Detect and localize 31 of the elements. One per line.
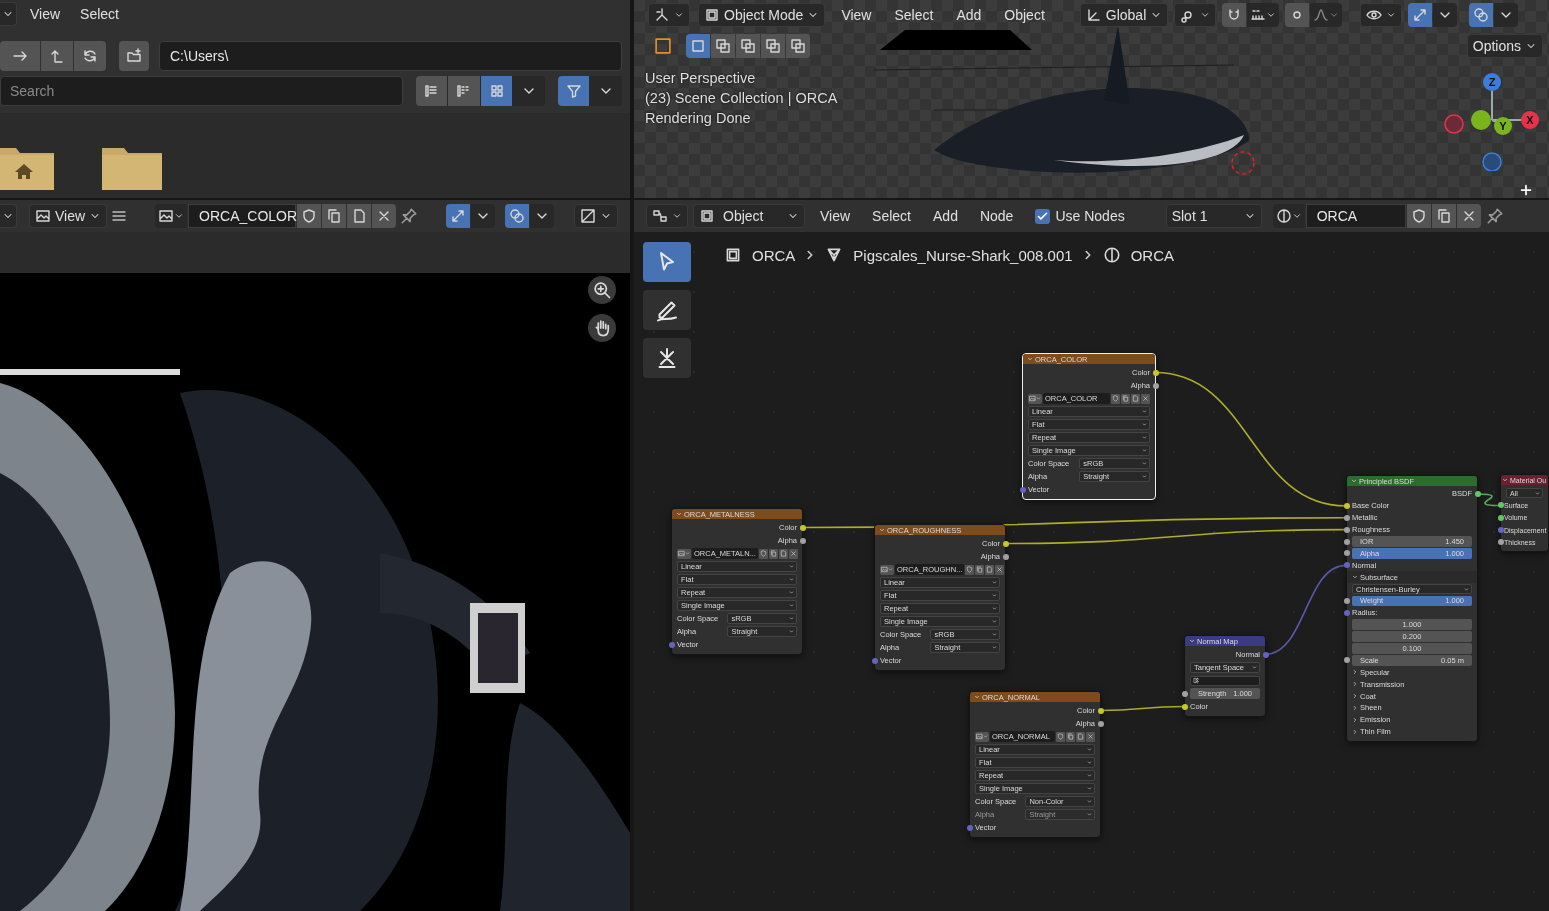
viewport-info-text: User Perspective: [645, 70, 756, 86]
menu-item[interactable]: Select: [887, 7, 941, 23]
transform-orientation-dropdown[interactable]: Global: [1079, 3, 1169, 27]
menu-item[interactable]: View: [23, 6, 68, 22]
breadcrumb[interactable]: ORCA: [752, 246, 796, 264]
menu-item[interactable]: View: [813, 208, 858, 224]
breadcrumb[interactable]: ORCA: [1130, 246, 1174, 264]
menu-item[interactable]: Add: [949, 7, 989, 23]
image-name-field[interactable]: ORCA_COLOR: [188, 204, 297, 228]
viewport-info-text: Rendering Done: [645, 110, 751, 126]
menu-item[interactable]: Object: [997, 7, 1052, 23]
menu-item[interactable]: Add: [926, 208, 965, 224]
search-field[interactable]: Search: [0, 76, 403, 106]
viewport-info-text: (23) Scene Collection | ORCA: [645, 90, 838, 106]
gizmo-axis-handle[interactable]: Y: [1494, 117, 1512, 135]
object-mode-dropdown[interactable]: Object Mode: [698, 3, 826, 27]
shader-type-dropdown[interactable]: Object: [693, 204, 805, 228]
menu-item[interactable]: Node: [972, 208, 1021, 224]
path-field[interactable]: C:\Users\: [159, 41, 622, 71]
options-dropdown[interactable]: Options: [1466, 34, 1543, 58]
slot-dropdown[interactable]: Slot 1: [1165, 204, 1262, 228]
navigation-gizmo[interactable]: Z X Y: [1441, 71, 1545, 171]
menu-item[interactable]: Select: [865, 208, 918, 224]
view-mode-dropdown[interactable]: View: [29, 204, 108, 228]
material-name-field[interactable]: ORCA: [1305, 204, 1406, 228]
gizmo-axis-handle[interactable]: X: [1521, 111, 1539, 129]
gizmo-axis-handle[interactable]: Z: [1483, 73, 1501, 91]
breadcrumb[interactable]: Pigscales_Nurse-Shark_008.001: [853, 246, 1073, 264]
menu-item[interactable]: View: [834, 7, 879, 23]
menu-item[interactable]: Select: [73, 6, 126, 22]
checkbox-label[interactable]: Use Nodes: [1055, 208, 1125, 224]
